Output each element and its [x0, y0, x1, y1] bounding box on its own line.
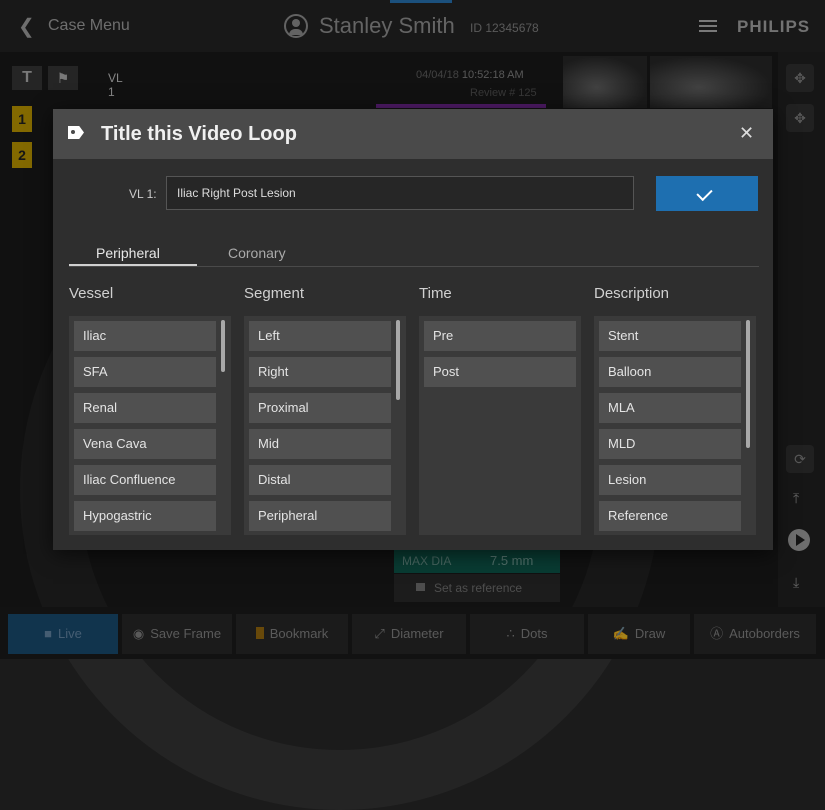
description-scrollbar[interactable] — [746, 320, 750, 448]
time-column-title: Time — [419, 285, 452, 302]
list-item[interactable]: Lesion — [599, 465, 741, 495]
vl-field-label: VL 1: — [129, 187, 157, 201]
tab-peripheral[interactable]: Peripheral — [96, 245, 160, 261]
vessel-column-title: Vessel — [69, 285, 114, 302]
list-item[interactable]: Reference — [599, 501, 741, 531]
list-item[interactable]: Proximal — [249, 393, 391, 423]
dialog-title: Title this Video Loop — [101, 123, 297, 145]
time-list[interactable]: Pre Post — [419, 316, 581, 535]
list-item[interactable]: Balloon — [599, 357, 741, 387]
list-item[interactable]: Stent — [599, 321, 741, 351]
list-item[interactable]: Mid — [249, 429, 391, 459]
list-item[interactable]: Renal — [74, 393, 216, 423]
dialog-header: Title this Video Loop ✕ — [53, 109, 773, 159]
list-item[interactable]: MLA — [599, 393, 741, 423]
list-item[interactable]: SFA — [74, 357, 216, 387]
active-tab-indicator — [69, 264, 197, 266]
tag-icon — [68, 126, 84, 139]
list-item[interactable]: Pre — [424, 321, 576, 351]
description-list[interactable]: Stent Balloon MLA MLD Lesion Reference — [594, 316, 756, 535]
list-item[interactable]: Distal — [249, 465, 391, 495]
list-item[interactable]: Hypogastric — [74, 501, 216, 531]
tabs-divider — [69, 266, 759, 267]
close-icon[interactable]: ✕ — [739, 123, 754, 144]
tab-coronary[interactable]: Coronary — [228, 245, 286, 261]
list-item[interactable]: Post — [424, 357, 576, 387]
list-item[interactable]: Peripheral — [249, 501, 391, 531]
vessel-scrollbar[interactable] — [221, 320, 225, 372]
list-item[interactable]: Iliac Confluence — [74, 465, 216, 495]
list-item[interactable]: MLD — [599, 429, 741, 459]
confirm-button[interactable] — [656, 176, 758, 211]
segment-scrollbar[interactable] — [396, 320, 400, 400]
segment-list[interactable]: Left Right Proximal Mid Distal Periphera… — [244, 316, 406, 535]
list-item[interactable]: Vena Cava — [74, 429, 216, 459]
description-column-title: Description — [594, 285, 670, 302]
check-icon — [696, 184, 713, 202]
title-video-loop-dialog: Title this Video Loop ✕ VL 1: Peripheral… — [53, 109, 773, 550]
list-item[interactable]: Right — [249, 357, 391, 387]
loop-title-input[interactable] — [166, 176, 634, 210]
list-item[interactable]: Left — [249, 321, 391, 351]
segment-column-title: Segment — [244, 285, 305, 302]
vessel-list[interactable]: Iliac SFA Renal Vena Cava Iliac Confluen… — [69, 316, 231, 535]
list-item[interactable]: Iliac — [74, 321, 216, 351]
